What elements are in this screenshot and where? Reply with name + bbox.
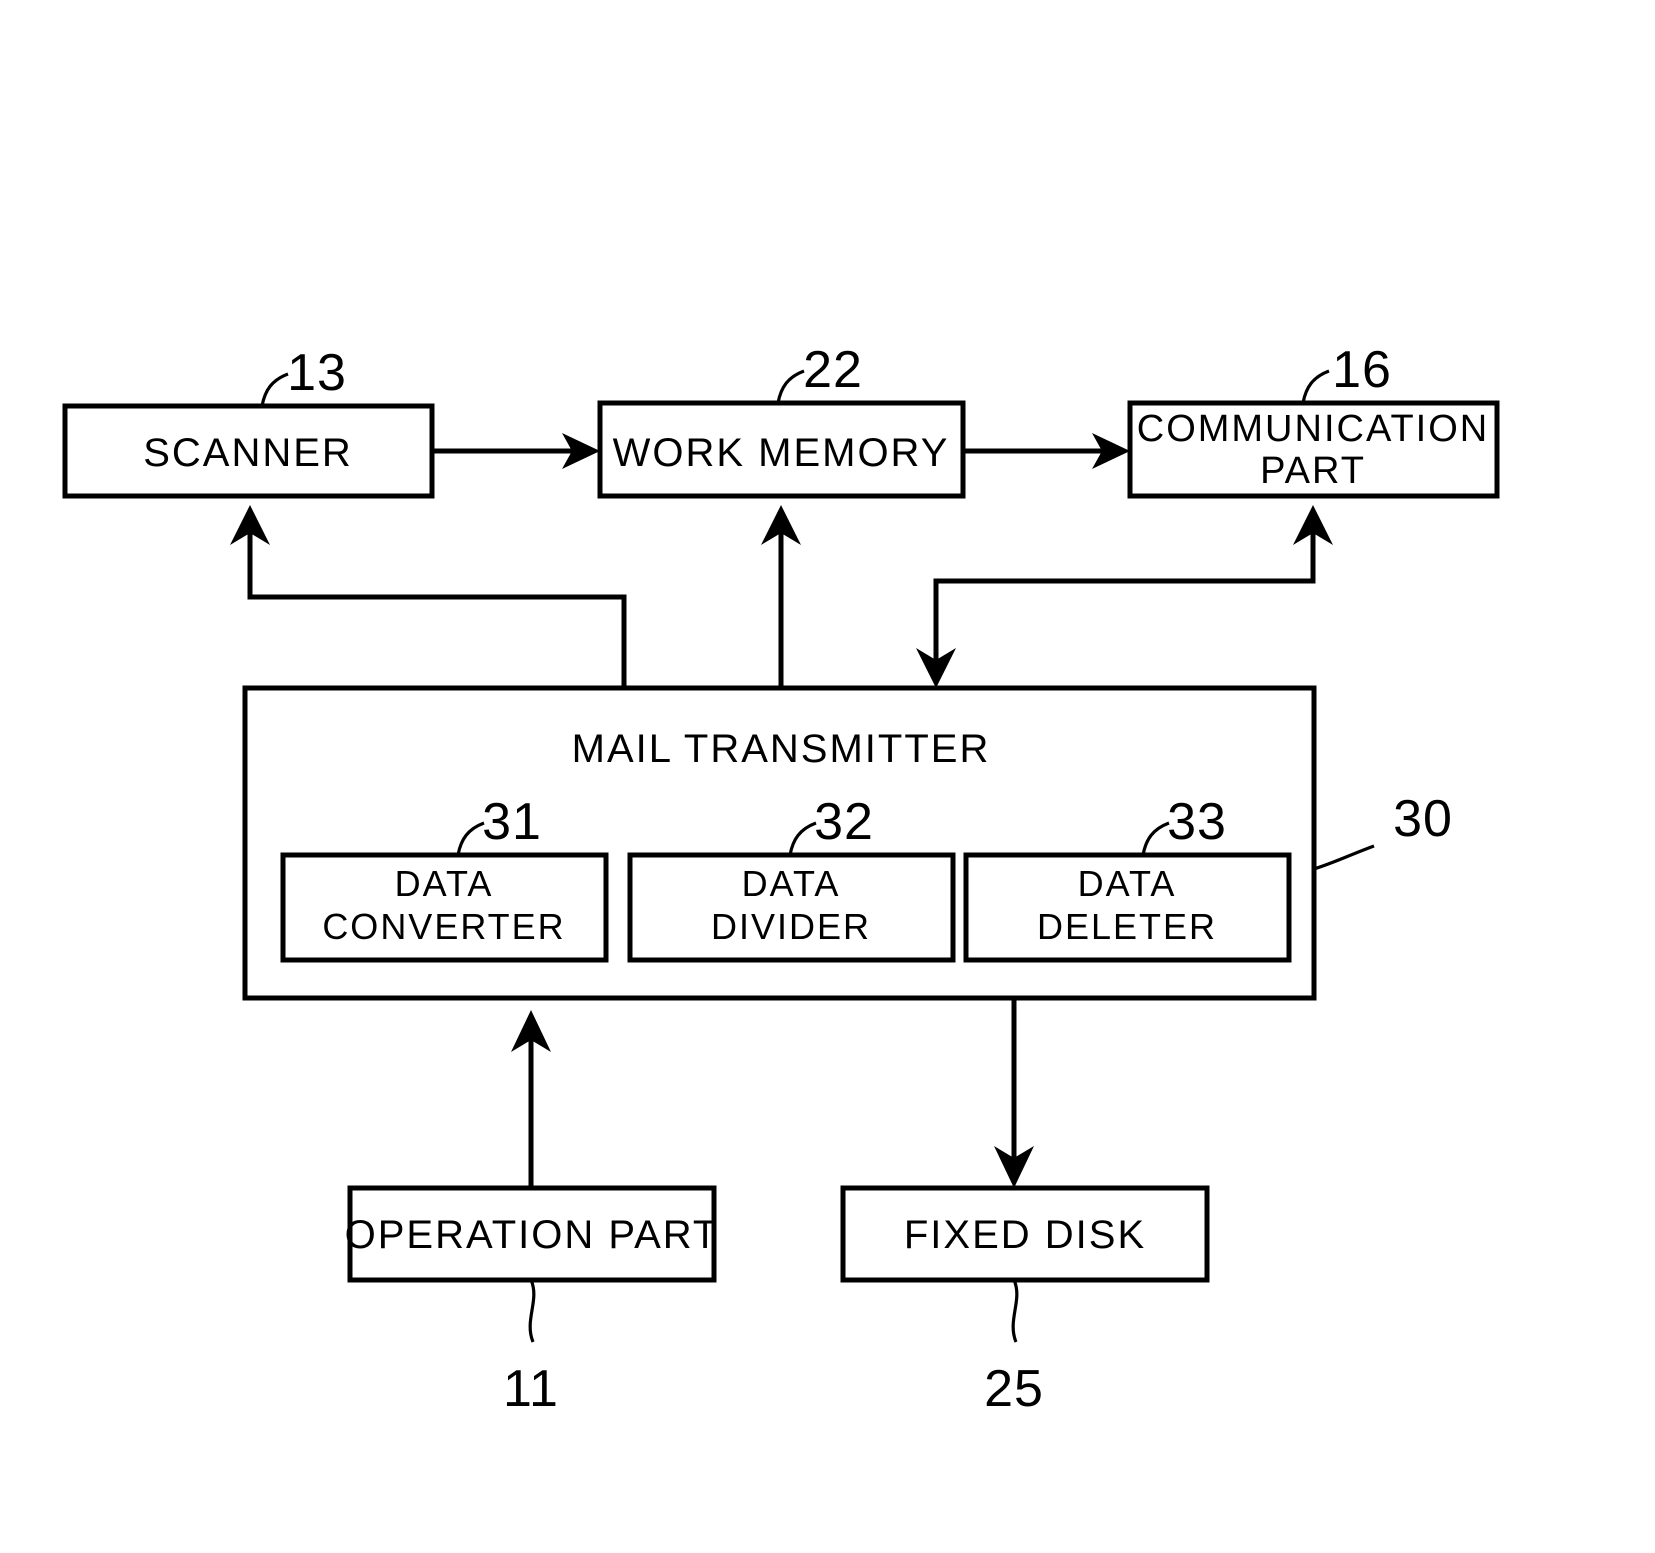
ref-number-25: 25 <box>984 1360 1044 1418</box>
block-work-memory[interactable]: WORK MEMORY <box>597 400 966 499</box>
data-divider-label-line2: DIVIDER <box>711 906 871 947</box>
ref-number-33: 33 <box>1167 793 1227 851</box>
ref-label-fixed-disk: 25 <box>984 1279 1044 1418</box>
figure-canvas: SCANNER WORK MEMORY COMMUNICATION PART M… <box>0 0 1655 1553</box>
ref-number-32: 32 <box>814 793 874 851</box>
data-deleter-label-line2: DELETER <box>1037 906 1217 947</box>
connector-operation-part-to-mail-transmitter <box>511 1010 551 1188</box>
ref-number-13: 13 <box>287 344 347 402</box>
block-data-deleter[interactable]: DATA DELETER <box>963 852 1292 963</box>
ref-label-mail-transmitter: 30 <box>1313 790 1453 871</box>
ref-label-work-memory: 22 <box>776 341 863 404</box>
connector-scanner-to-work-memory <box>432 433 600 469</box>
data-deleter-label-line1: DATA <box>1078 863 1177 904</box>
connector-mail-transmitter-to-work-memory <box>761 505 801 688</box>
ref-label-operation-part: 11 <box>503 1279 559 1418</box>
diagram-svg: SCANNER WORK MEMORY COMMUNICATION PART M… <box>62 341 1500 1418</box>
ref-number-22: 22 <box>803 341 863 399</box>
ref-number-31: 31 <box>482 793 542 851</box>
data-converter-label-line1: DATA <box>395 863 494 904</box>
mail-transmitter-label: MAIL TRANSMITTER <box>572 727 991 771</box>
data-converter-label-line2: CONVERTER <box>322 906 565 947</box>
ref-label-communication-part: 16 <box>1301 341 1392 404</box>
block-communication-part[interactable]: COMMUNICATION PART <box>1127 400 1500 499</box>
connector-mail-transmitter-to-communication-part <box>916 505 1333 688</box>
communication-part-label-line1: COMMUNICATION <box>1137 408 1490 450</box>
ref-number-16: 16 <box>1332 341 1392 399</box>
work-memory-label: WORK MEMORY <box>613 431 950 475</box>
connector-work-memory-to-communication-part <box>963 433 1130 469</box>
block-operation-part[interactable]: OPERATION PART <box>345 1185 720 1283</box>
operation-part-label: OPERATION PART <box>345 1213 720 1257</box>
ref-label-scanner: 13 <box>260 344 347 407</box>
fixed-disk-label: FIXED DISK <box>904 1213 1146 1257</box>
data-divider-label-line1: DATA <box>742 863 841 904</box>
ref-number-11: 11 <box>503 1360 559 1418</box>
ref-number-30: 30 <box>1393 790 1453 848</box>
block-data-converter[interactable]: DATA CONVERTER <box>280 852 609 963</box>
block-fixed-disk[interactable]: FIXED DISK <box>840 1185 1210 1283</box>
block-data-divider[interactable]: DATA DIVIDER <box>627 852 956 963</box>
scanner-label: SCANNER <box>143 431 353 475</box>
block-scanner[interactable]: SCANNER <box>62 403 435 499</box>
connector-mail-transmitter-to-fixed-disk <box>994 998 1034 1188</box>
connector-mail-transmitter-to-scanner <box>230 505 627 688</box>
communication-part-label-line2: PART <box>1260 450 1366 492</box>
